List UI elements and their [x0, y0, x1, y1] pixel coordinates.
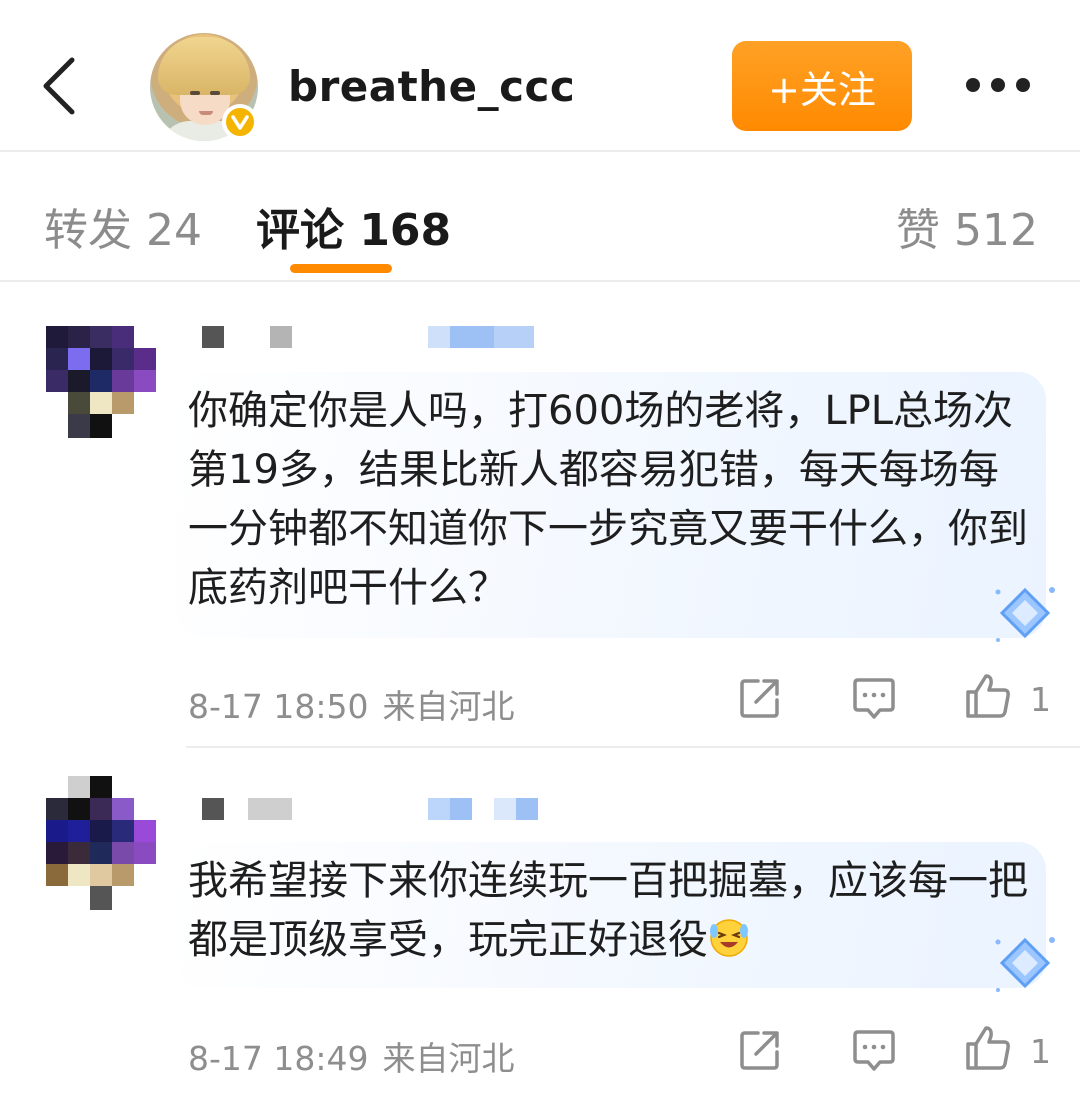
verified-badge-icon [222, 104, 258, 140]
username[interactable]: breathe_ccc [288, 62, 575, 111]
like-icon[interactable] [964, 1024, 1012, 1072]
comment-bubble: 我希望接下来你连续玩一百把掘墓，应该每一把都是顶级享受，玩完正好退役 [176, 842, 1046, 988]
like-count: 1 [1030, 680, 1051, 719]
comment-time: 8-17 18:50 [188, 687, 369, 726]
back-icon[interactable] [38, 56, 82, 116]
comment-time: 8-17 18:49 [188, 1039, 369, 1078]
comment-page: breathe_ccc +关注 转发 24 评论 168 赞 512 你确定你是… [0, 0, 1080, 1100]
divider [186, 746, 1080, 748]
comment-meta: 8-17 18:50 来自河北 [188, 680, 515, 728]
laughing-emoji-icon [710, 919, 748, 957]
tab-reposts[interactable]: 转发 24 [44, 194, 202, 258]
gem-decoration-icon [995, 937, 1055, 992]
like-count: 1 [1030, 1032, 1051, 1071]
comment-location: 来自河北 [382, 687, 515, 726]
comment-icon[interactable] [852, 676, 896, 720]
comment-meta: 8-17 18:49 来自河北 [188, 1032, 515, 1080]
repost-icon[interactable] [738, 1028, 782, 1072]
active-tab-indicator [290, 264, 392, 273]
commenter-avatar-pixelated[interactable] [46, 304, 158, 438]
comment-location: 来自河北 [382, 1039, 515, 1078]
tab-comments[interactable]: 评论 168 [256, 194, 451, 258]
comment-text-content: 我希望接下来你连续玩一百把掘墓，应该每一把都是顶级享受，玩完正好退役 [188, 858, 1028, 963]
tab-likes[interactable]: 赞 512 [896, 194, 1038, 258]
gem-decoration-icon [995, 587, 1055, 642]
comment-text: 你确定你是人吗，打600场的老将，LPL总场次第19多，结果比新人都容易犯错，每… [188, 388, 1028, 611]
comment-bubble: 你确定你是人吗，打600场的老将，LPL总场次第19多，结果比新人都容易犯错，每… [176, 372, 1046, 638]
commenter-avatar-pixelated[interactable] [46, 776, 158, 910]
tab-bar: 转发 24 评论 168 赞 512 [0, 154, 1080, 282]
follow-button[interactable]: +关注 [732, 41, 912, 131]
top-bar: breathe_ccc +关注 [0, 0, 1080, 152]
comment-text: 我希望接下来你连续玩一百把掘墓，应该每一把都是顶级享受，玩完正好退役 [188, 852, 1034, 970]
like-icon[interactable] [964, 672, 1012, 720]
repost-icon[interactable] [738, 676, 782, 720]
comment-icon[interactable] [852, 1028, 896, 1072]
more-icon[interactable] [966, 78, 1030, 94]
